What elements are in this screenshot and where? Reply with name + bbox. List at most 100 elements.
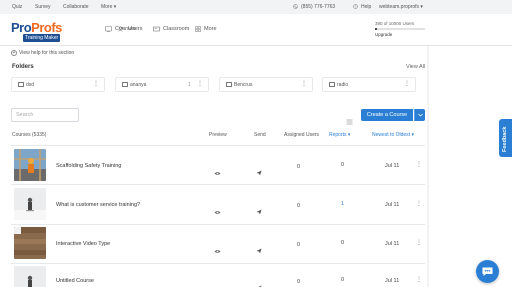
folder-icon xyxy=(122,82,128,87)
nav-classroom-label: Classroom xyxy=(163,26,190,32)
folder-card[interactable]: dsd ⋮ xyxy=(11,77,105,92)
topbar-collaborate-link[interactable]: Collaborate xyxy=(63,4,89,10)
course-title-link[interactable]: Untitled Course xyxy=(56,278,94,284)
view-all-link[interactable]: View All xyxy=(406,64,425,70)
folder-icon xyxy=(18,82,24,87)
usage-bar xyxy=(375,28,425,30)
create-course-button[interactable]: Create a Course xyxy=(361,109,413,121)
usage-text: 390 of 10000 Users xyxy=(375,21,415,26)
preview-eye-icon[interactable] xyxy=(214,202,221,220)
sort-order-dropdown[interactable]: Newest to Oldest ▾ xyxy=(372,132,414,140)
topbar-more-menu[interactable]: More ▾ xyxy=(101,4,116,10)
nav-more[interactable]: More xyxy=(195,26,217,32)
course-date: Jul 11 xyxy=(385,241,400,247)
scrollbar[interactable] xyxy=(427,46,429,287)
top-strip: Quiz Survey Collaborate More ▾ (855) 776… xyxy=(0,0,512,14)
course-thumbnail[interactable] xyxy=(14,188,46,220)
course-title-link[interactable]: Scaffolding Safety Training xyxy=(56,163,121,169)
assigned-users-count[interactable]: 0 xyxy=(297,279,300,285)
list-view-icon[interactable] xyxy=(346,112,353,130)
folder-icon xyxy=(226,82,232,87)
help-section-text: View help for this section xyxy=(19,50,75,56)
support-phone[interactable]: (855) 776-7763 xyxy=(301,4,335,10)
main-header: ProProfs Training Maker Courses Users Cl… xyxy=(0,14,512,46)
col-courses: Courses (5335) xyxy=(12,132,47,138)
users-icon xyxy=(118,26,125,32)
course-thumbnail[interactable] xyxy=(14,149,46,181)
kebab-menu-icon[interactable]: ⋮ xyxy=(197,81,203,87)
reports-count[interactable]: 0 xyxy=(341,240,344,246)
divider xyxy=(11,224,425,225)
plus-circle-icon: + xyxy=(11,49,17,56)
preview-eye-icon[interactable] xyxy=(214,278,221,287)
kebab-menu-icon[interactable]: ⋮ xyxy=(416,201,422,207)
nav-users[interactable]: Users xyxy=(118,26,142,32)
folder-icon xyxy=(329,82,335,87)
assigned-users-count[interactable]: 0 xyxy=(297,164,300,170)
divider xyxy=(11,145,425,146)
folder-name: dsd xyxy=(26,82,35,88)
col-preview: Preview xyxy=(209,132,227,138)
send-paper-plane-icon[interactable] xyxy=(256,241,262,259)
assigned-users-count[interactable]: 0 xyxy=(297,203,300,209)
svg-text:?: ? xyxy=(355,5,357,9)
topbar-quiz-link[interactable]: Quiz xyxy=(12,4,22,10)
usage-bar-fill xyxy=(375,28,377,30)
folder-count: 1 xyxy=(188,82,191,88)
search-input[interactable]: Search xyxy=(11,108,79,122)
folder-card[interactable]: Bencrus ⋮ xyxy=(219,77,313,92)
nav-users-label: Users xyxy=(128,26,143,32)
assigned-users-count[interactable]: 0 xyxy=(297,242,300,248)
col-assigned-users: Assigned Users xyxy=(284,132,320,138)
kebab-menu-icon[interactable]: ⋮ xyxy=(416,240,422,246)
feedback-label: Feedback xyxy=(502,126,508,152)
feedback-tab[interactable]: Feedback xyxy=(499,119,512,157)
user-usage: 390 of 10000 Users Upgrade xyxy=(375,21,425,37)
course-date: Jul 11 xyxy=(385,278,400,284)
nav-more-label: More xyxy=(204,26,217,32)
chat-widget-button[interactable] xyxy=(476,260,499,283)
upgrade-link[interactable]: Upgrade xyxy=(375,32,425,37)
courses-icon xyxy=(105,26,112,32)
help-link[interactable]: Help xyxy=(361,4,371,10)
help-section-link[interactable]: + View help for this section xyxy=(11,50,74,56)
chevron-down-icon xyxy=(417,113,423,117)
topbar-survey-link[interactable]: Survey xyxy=(35,4,51,10)
folder-name: Bencrus xyxy=(234,82,253,88)
reports-count[interactable]: 0 xyxy=(341,162,344,168)
course-title-link[interactable]: What is customer service training? xyxy=(56,202,140,208)
course-date: Jul 11 xyxy=(385,202,400,208)
course-thumbnail[interactable] xyxy=(14,266,46,287)
col-reports-sort[interactable]: Reports ▾ xyxy=(329,132,350,140)
chat-bubble-icon xyxy=(482,267,493,276)
divider xyxy=(11,184,425,185)
folder-name: ananya xyxy=(130,82,147,88)
preview-eye-icon[interactable] xyxy=(214,241,221,259)
reports-count[interactable]: 1 xyxy=(341,201,344,207)
folder-card[interactable]: ananya 1 ⋮ xyxy=(115,77,209,92)
classroom-icon xyxy=(153,26,160,32)
send-paper-plane-icon[interactable] xyxy=(256,202,262,220)
reports-count[interactable]: 0 xyxy=(341,277,344,283)
course-title-link[interactable]: Interactive Video Type xyxy=(56,241,110,247)
nav-classroom[interactable]: Classroom xyxy=(153,26,189,32)
phone-icon xyxy=(293,4,298,11)
kebab-menu-icon[interactable]: ⋮ xyxy=(416,162,422,168)
folder-card[interactable]: radio ⋮ xyxy=(322,77,416,92)
create-course-dropdown[interactable] xyxy=(414,109,425,121)
proprofs-logo[interactable]: ProProfs Training Maker xyxy=(11,21,75,43)
folders-title: Folders xyxy=(12,64,34,70)
help-icon: ? xyxy=(353,4,358,11)
send-paper-plane-icon[interactable] xyxy=(256,278,262,287)
send-paper-plane-icon[interactable] xyxy=(256,163,262,181)
kebab-menu-icon[interactable]: ⋮ xyxy=(416,277,422,283)
kebab-menu-icon[interactable]: ⋮ xyxy=(93,81,99,87)
course-thumbnail[interactable] xyxy=(14,227,46,259)
more-grid-icon xyxy=(195,26,201,32)
preview-eye-icon[interactable] xyxy=(214,163,221,181)
create-course-label: Create a Course xyxy=(366,112,408,118)
col-send: Send xyxy=(254,132,266,138)
kebab-menu-icon[interactable]: ⋮ xyxy=(404,81,410,87)
account-menu[interactable]: webteam.proprofs ▾ xyxy=(379,4,423,10)
kebab-menu-icon[interactable]: ⋮ xyxy=(301,81,307,87)
